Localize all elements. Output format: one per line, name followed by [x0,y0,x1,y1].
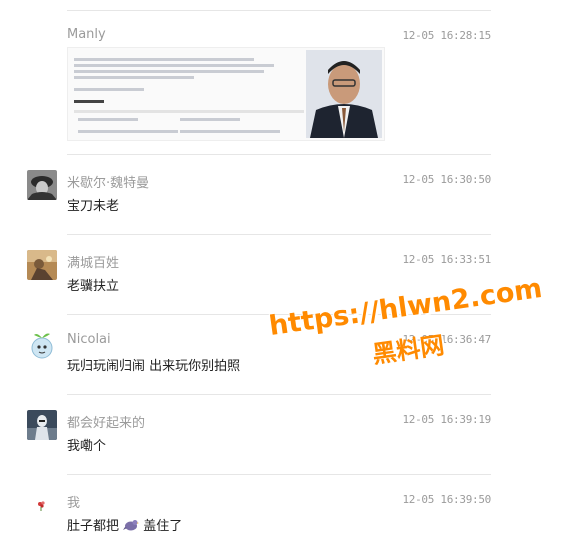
comment-author[interactable]: Manly [67,27,106,42]
flower-avatar-icon[interactable] [27,490,57,520]
divider [67,234,491,235]
comment-feed: Manly 12-05 16:28:15 米歇尔·魏特曼 12-05 16:30… [0,0,563,544]
comment-text: 肚子都把 盖住了 [67,515,182,534]
comment-time: 12-05 16:33:51 [402,253,491,266]
divider [67,394,491,395]
divider [67,10,491,11]
divider [67,474,491,475]
comment-time: 12-05 16:30:50 [402,173,491,186]
comment-text: 我嘞个 [67,439,107,454]
watermark-name: 黑料网 [370,331,446,369]
comment-author[interactable]: 我 [67,492,80,511]
comment-text: 老骥扶立 [67,279,120,294]
cartoon-avatar-icon[interactable] [27,330,57,360]
comment-time: 12-05 16:28:15 [402,29,491,42]
portrait-photo [306,50,382,138]
divider [67,154,491,155]
comment-author[interactable]: 米歇尔·魏特曼 [67,172,149,191]
comment-time: 12-05 16:39:19 [402,413,491,426]
comment-author[interactable]: 满城百姓 [67,252,119,271]
comment-author[interactable]: Nicolai [67,332,111,347]
painting-avatar-icon[interactable] [27,250,57,280]
comment-time: 12-05 16:39:50 [402,493,491,506]
comment-text-after: 盖住了 [143,519,183,534]
soldier-avatar-icon[interactable] [27,170,57,200]
embedded-image[interactable] [67,47,385,141]
trooper-avatar-icon[interactable] [27,410,57,440]
comment-text-before: 肚子都把 [67,519,120,534]
comment-author[interactable]: 都会好起来的 [67,412,145,431]
comment-text: 宝刀未老 [67,199,120,214]
watermark: https://hlwn2.com 黑料网 [267,273,558,372]
comment-text: 玩归玩闹归闹 出来玩你别拍照 [67,359,241,374]
pigeon-emoji-icon [123,520,140,531]
